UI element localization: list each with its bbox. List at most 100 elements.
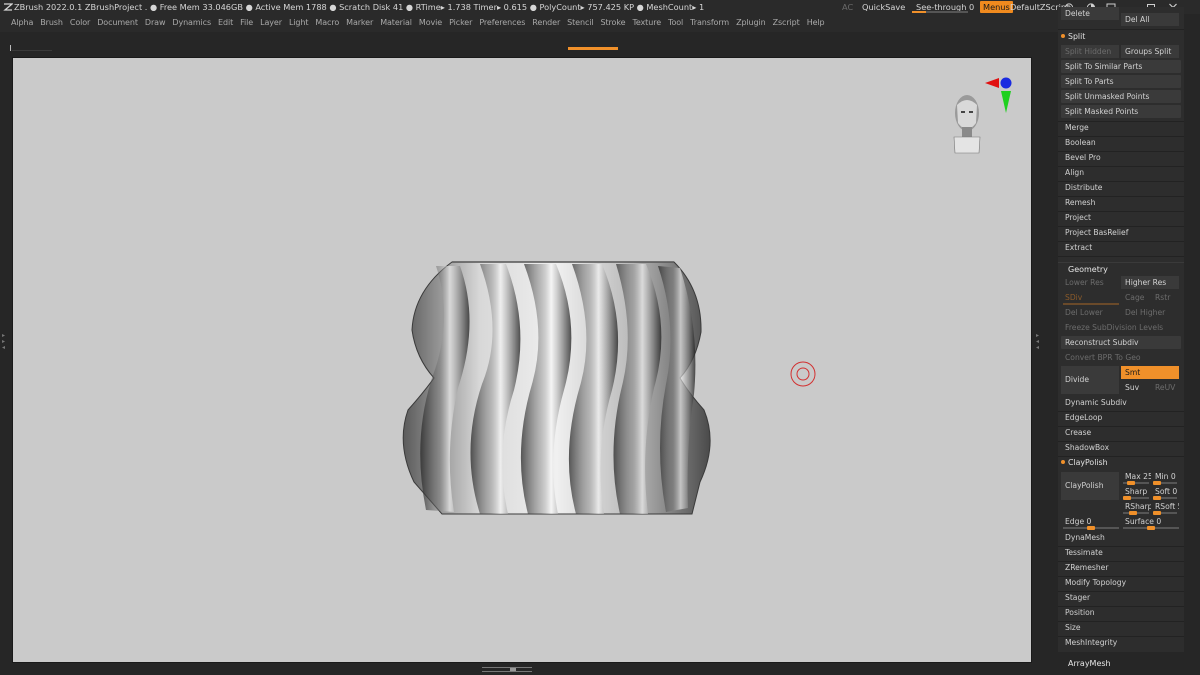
stager-subpalette[interactable]: Stager [1061, 591, 1181, 604]
convert-bpr-to-geo-button[interactable]: Convert BPR To Geo [1061, 351, 1181, 364]
merge-subpalette[interactable]: Merge [1061, 121, 1181, 134]
dynamic-subdiv-subpalette[interactable]: Dynamic Subdiv [1061, 396, 1181, 409]
bevel-pro-subpalette[interactable]: Bevel Pro [1061, 151, 1181, 164]
menu-texture[interactable]: Texture [632, 14, 661, 32]
extract-subpalette[interactable]: Extract [1061, 241, 1181, 254]
geometry-subpalette-header[interactable]: Geometry [1058, 262, 1184, 275]
menu-picker[interactable]: Picker [449, 14, 472, 32]
suv-toggle[interactable]: Suv [1121, 381, 1151, 394]
menus-toggle[interactable]: Menus [980, 1, 1013, 13]
size-subpalette[interactable]: Size [1061, 621, 1181, 634]
cage-button[interactable]: Cage [1121, 291, 1151, 304]
menu-edit[interactable]: Edit [218, 14, 233, 32]
boolean-subpalette[interactable]: Boolean [1061, 136, 1181, 149]
sharp-slider-track[interactable] [1123, 496, 1149, 500]
del-higher-button[interactable]: Del Higher [1121, 306, 1179, 319]
menu-draw[interactable]: Draw [145, 14, 166, 32]
rsharp-slider-track[interactable] [1123, 511, 1149, 515]
quicksave-button[interactable]: QuickSave [862, 0, 905, 14]
bottom-tray-grip[interactable] [510, 668, 516, 671]
menu-brush[interactable]: Brush [40, 14, 63, 32]
reuv-toggle[interactable]: ReUV [1151, 381, 1179, 394]
surface-slider-track[interactable] [1123, 526, 1179, 530]
menu-macro[interactable]: Macro [315, 14, 339, 32]
position-subpalette[interactable]: Position [1061, 606, 1181, 619]
distribute-subpalette[interactable]: Distribute [1061, 181, 1181, 194]
menu-color[interactable]: Color [70, 14, 90, 32]
geometry-subpalette: Lower Res Higher Res SDiv Cage Rstr Del … [1058, 276, 1184, 652]
split-to-similar-parts-button[interactable]: Split To Similar Parts [1061, 60, 1181, 73]
project-basrelief-subpalette[interactable]: Project BasRelief [1061, 226, 1181, 239]
crease-subpalette[interactable]: Crease [1061, 426, 1181, 439]
edgeloop-subpalette[interactable]: EdgeLoop [1061, 411, 1181, 424]
head-orientation-gizmo-icon[interactable] [943, 75, 1033, 165]
menu-dynamics[interactable]: Dynamics [172, 14, 211, 32]
title-bar: ZBrush 2022.0.1 ZBrushProject . ● Free M… [0, 0, 1200, 14]
smt-toggle[interactable]: Smt [1121, 366, 1179, 379]
menu-document[interactable]: Document [97, 14, 138, 32]
bottom-tray-handle[interactable] [482, 667, 532, 672]
higher-res-button[interactable]: Higher Res [1121, 276, 1179, 289]
edge-slider-track[interactable] [1063, 526, 1119, 530]
zremesher-subpalette[interactable]: ZRemesher [1061, 561, 1181, 574]
ac-button[interactable]: AC [842, 0, 853, 14]
menu-layer[interactable]: Layer [260, 14, 282, 32]
tessimate-subpalette[interactable]: Tessimate [1061, 546, 1181, 559]
modify-topology-subpalette[interactable]: Modify Topology [1061, 576, 1181, 589]
split-hidden-button[interactable]: Split Hidden [1061, 45, 1119, 58]
menu-stencil[interactable]: Stencil [567, 14, 593, 32]
sculpted-vase-mesh[interactable] [396, 260, 712, 516]
dynamesh-subpalette[interactable]: DynaMesh [1061, 531, 1181, 544]
remesh-subpalette[interactable]: Remesh [1061, 196, 1181, 209]
align-subpalette[interactable]: Align [1061, 166, 1181, 179]
shelf-active-indicator [568, 47, 618, 50]
brush-cursor-icon [790, 361, 816, 387]
menu-alpha[interactable]: Alpha [11, 14, 33, 32]
arraymesh-subpalette-header[interactable]: ArrayMesh [1068, 659, 1111, 668]
soft-slider-track[interactable] [1153, 496, 1177, 500]
freeze-subdivision-levels-button[interactable]: Freeze SubDivision Levels [1061, 321, 1181, 334]
split-subpalette-header[interactable]: Split [1061, 31, 1085, 43]
claypolish-button[interactable]: ClayPolish [1061, 472, 1119, 500]
claypolish-subpalette-header[interactable]: ClayPolish [1061, 457, 1108, 469]
menu-zscript[interactable]: Zscript [773, 14, 800, 32]
del-lower-button[interactable]: Del Lower [1061, 306, 1119, 319]
rstr-button[interactable]: Rstr [1151, 291, 1179, 304]
lower-res-button[interactable]: Lower Res [1061, 276, 1119, 289]
shelf-divider [12, 50, 52, 51]
menu-stroke[interactable]: Stroke [601, 14, 626, 32]
menu-preferences[interactable]: Preferences [479, 14, 525, 32]
split-unmasked-points-button[interactable]: Split Unmasked Points [1061, 90, 1181, 103]
max-slider-track[interactable] [1123, 481, 1149, 485]
left-tray-handle[interactable]: ▸ ▸ ◂ [2, 333, 6, 357]
menu-help[interactable]: Help [807, 14, 825, 32]
zbrush-logo-icon [3, 3, 13, 11]
menu-zplugin[interactable]: Zplugin [736, 14, 766, 32]
sdiv-slider-track[interactable] [1063, 303, 1119, 305]
status-readout: ZBrush 2022.0.1 ZBrushProject . ● Free M… [14, 2, 705, 12]
groups-split-button[interactable]: Groups Split [1121, 45, 1179, 58]
right-tray-handle[interactable]: ▸ ◂ ◂ [1036, 333, 1040, 357]
split-to-parts-button[interactable]: Split To Parts [1061, 75, 1181, 88]
menu-transform[interactable]: Transform [690, 14, 729, 32]
menu-file[interactable]: File [240, 14, 253, 32]
del-all-button[interactable]: Del All [1121, 13, 1179, 26]
split-masked-points-button[interactable]: Split Masked Points [1061, 105, 1181, 118]
shelf-left-tick [10, 45, 11, 51]
canvas-viewport[interactable] [12, 57, 1032, 663]
delete-button[interactable]: Delete [1061, 7, 1119, 20]
shadowbox-subpalette[interactable]: ShadowBox [1061, 441, 1181, 454]
menu-tool[interactable]: Tool [668, 14, 683, 32]
meshintegrity-subpalette[interactable]: MeshIntegrity [1061, 636, 1181, 649]
min-slider-track[interactable] [1153, 481, 1177, 485]
menu-material[interactable]: Material [380, 14, 412, 32]
menu-render[interactable]: Render [532, 14, 560, 32]
reconstruct-subdiv-button[interactable]: Reconstruct Subdiv [1061, 336, 1181, 349]
divide-button[interactable]: Divide [1061, 366, 1119, 394]
menu-marker[interactable]: Marker [346, 14, 373, 32]
menu-movie[interactable]: Movie [419, 14, 442, 32]
project-subpalette[interactable]: Project [1061, 211, 1181, 224]
menu-light[interactable]: Light [289, 14, 309, 32]
see-through-slider-track[interactable] [912, 11, 968, 13]
rsoft-slider-track[interactable] [1153, 511, 1177, 515]
